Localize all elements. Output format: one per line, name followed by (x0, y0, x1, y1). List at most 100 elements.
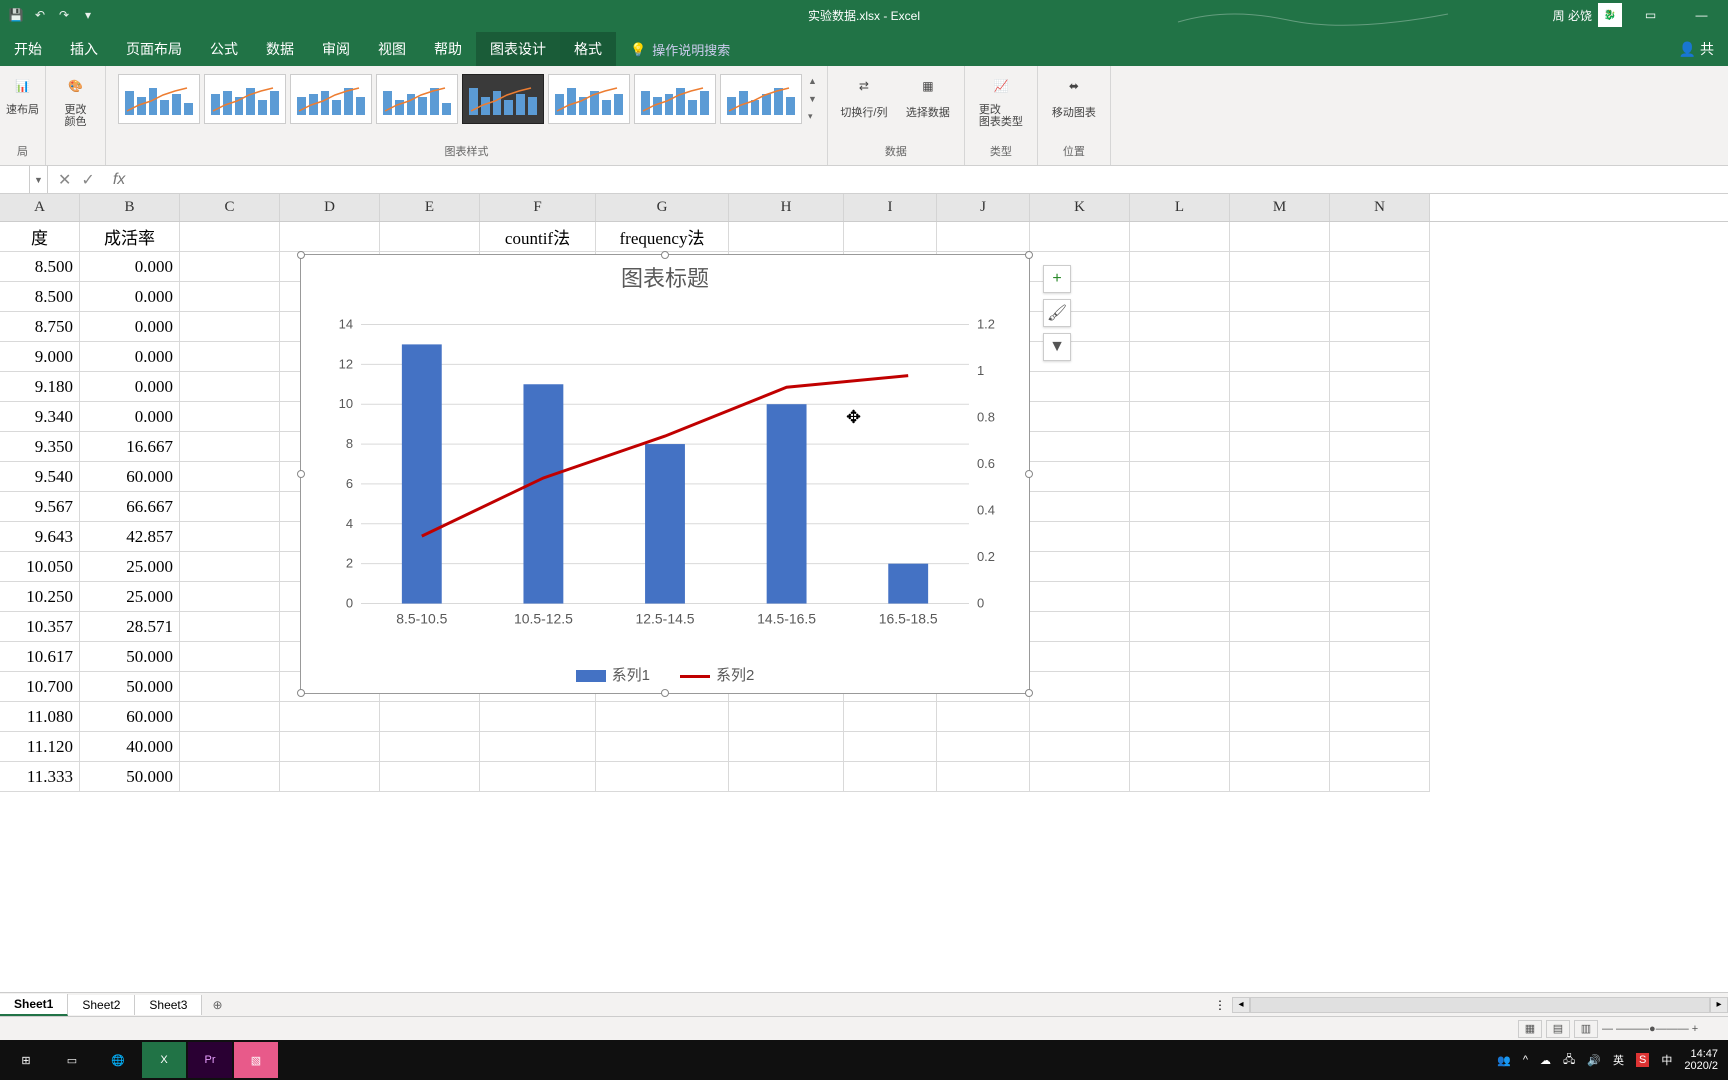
minimize-icon[interactable]: — (1679, 1, 1724, 29)
cell[interactable]: 9.350 (0, 432, 80, 462)
cell[interactable] (1030, 702, 1130, 732)
browser-icon[interactable]: 🌐 (96, 1042, 140, 1078)
cell[interactable] (480, 732, 596, 762)
chart-style-thumb[interactable] (720, 74, 802, 124)
chart-style-thumb[interactable] (548, 74, 630, 124)
cell[interactable] (180, 312, 280, 342)
cell[interactable]: 10.050 (0, 552, 80, 582)
col-header[interactable]: G (596, 194, 729, 221)
tab-formulas[interactable]: 公式 (196, 32, 252, 66)
cell[interactable] (1330, 372, 1430, 402)
sheet-tab[interactable]: Sheet3 (135, 995, 202, 1015)
cell[interactable] (1030, 372, 1130, 402)
cell[interactable] (180, 672, 280, 702)
cell[interactable] (1130, 372, 1230, 402)
cell[interactable] (380, 732, 480, 762)
ime-lang[interactable]: 英 (1613, 1052, 1624, 1068)
cell[interactable]: 60.000 (80, 702, 180, 732)
sound-icon[interactable]: 🔊 (1587, 1054, 1601, 1067)
cell[interactable]: 0.000 (80, 402, 180, 432)
normal-view-icon[interactable]: ▦ (1518, 1020, 1542, 1038)
cell[interactable] (1030, 552, 1130, 582)
cell[interactable]: 42.857 (80, 522, 180, 552)
cell[interactable] (180, 432, 280, 462)
cell[interactable] (180, 642, 280, 672)
cell[interactable] (1230, 732, 1330, 762)
chart-style-thumb[interactable] (204, 74, 286, 124)
undo-icon[interactable]: ↶ (32, 7, 48, 23)
col-header[interactable]: B (80, 194, 180, 221)
cell[interactable] (1330, 492, 1430, 522)
start-button[interactable]: ⊞ (4, 1042, 48, 1078)
resize-handle[interactable] (297, 689, 305, 697)
cell[interactable] (1230, 252, 1330, 282)
cell[interactable] (180, 732, 280, 762)
resize-handle[interactable] (661, 689, 669, 697)
cell[interactable]: 9.000 (0, 342, 80, 372)
tab-view[interactable]: 视图 (364, 32, 420, 66)
name-box-dropdown-icon[interactable]: ▼ (30, 166, 48, 193)
resize-handle[interactable] (1025, 251, 1033, 259)
excel-icon[interactable]: X (142, 1042, 186, 1078)
cell[interactable]: 66.667 (80, 492, 180, 522)
cell[interactable] (937, 702, 1030, 732)
cell[interactable] (1330, 222, 1430, 252)
cell[interactable]: 11.333 (0, 762, 80, 792)
cell[interactable]: 25.000 (80, 552, 180, 582)
cell[interactable] (1130, 252, 1230, 282)
cell[interactable] (1030, 222, 1130, 252)
resize-handle[interactable] (1025, 689, 1033, 697)
cell[interactable] (180, 492, 280, 522)
chart-style-thumb[interactable] (634, 74, 716, 124)
cell[interactable] (1230, 222, 1330, 252)
scroll-track[interactable] (1250, 997, 1710, 1013)
scroll-left-icon[interactable]: ◂ (1232, 997, 1250, 1013)
cell[interactable] (180, 462, 280, 492)
cell[interactable] (280, 702, 380, 732)
tab-home[interactable]: 开始 (0, 32, 56, 66)
people-icon[interactable]: 👥 (1497, 1054, 1511, 1067)
cell[interactable] (1130, 672, 1230, 702)
chart-style-thumb[interactable] (462, 74, 544, 124)
task-view-icon[interactable]: ▭ (50, 1042, 94, 1078)
cell[interactable] (937, 222, 1030, 252)
cell[interactable]: 40.000 (80, 732, 180, 762)
cell[interactable] (1230, 552, 1330, 582)
ime-mode[interactable]: 中 (1661, 1052, 1672, 1068)
resize-handle[interactable] (297, 251, 305, 259)
clock-time[interactable]: 14:47 (1684, 1048, 1718, 1060)
cell[interactable] (280, 762, 380, 792)
cell[interactable] (180, 282, 280, 312)
cell[interactable]: 50.000 (80, 672, 180, 702)
col-header[interactable]: L (1130, 194, 1230, 221)
cell[interactable] (1330, 252, 1430, 282)
gallery-more-icon[interactable]: ▾ (808, 111, 817, 122)
cell[interactable] (380, 762, 480, 792)
resize-handle[interactable] (297, 470, 305, 478)
chart-style-thumb[interactable] (118, 74, 200, 124)
cell[interactable] (1030, 462, 1130, 492)
chart-title[interactable]: 图表标题 (301, 255, 1029, 293)
chart-styles-button[interactable]: 🖌 (1043, 299, 1071, 327)
cell[interactable]: 16.667 (80, 432, 180, 462)
cell[interactable] (180, 552, 280, 582)
cell[interactable] (1130, 282, 1230, 312)
cell[interactable]: 0.000 (80, 372, 180, 402)
cell[interactable] (1030, 402, 1130, 432)
chart-filters-button[interactable]: ▼ (1043, 333, 1071, 361)
cell[interactable] (480, 702, 596, 732)
onedrive-icon[interactable]: ☁ (1540, 1054, 1551, 1067)
cell[interactable] (1330, 612, 1430, 642)
tab-data[interactable]: 数据 (252, 32, 308, 66)
cell[interactable] (1030, 432, 1130, 462)
col-header[interactable]: I (844, 194, 937, 221)
cell[interactable]: 9.540 (0, 462, 80, 492)
cell[interactable] (596, 732, 729, 762)
col-header[interactable]: M (1230, 194, 1330, 221)
col-header[interactable]: F (480, 194, 596, 221)
cell[interactable] (1230, 312, 1330, 342)
cell[interactable] (1230, 372, 1330, 402)
ribbon-options-icon[interactable]: ▭ (1628, 1, 1673, 29)
cell[interactable] (180, 372, 280, 402)
cell[interactable] (180, 582, 280, 612)
